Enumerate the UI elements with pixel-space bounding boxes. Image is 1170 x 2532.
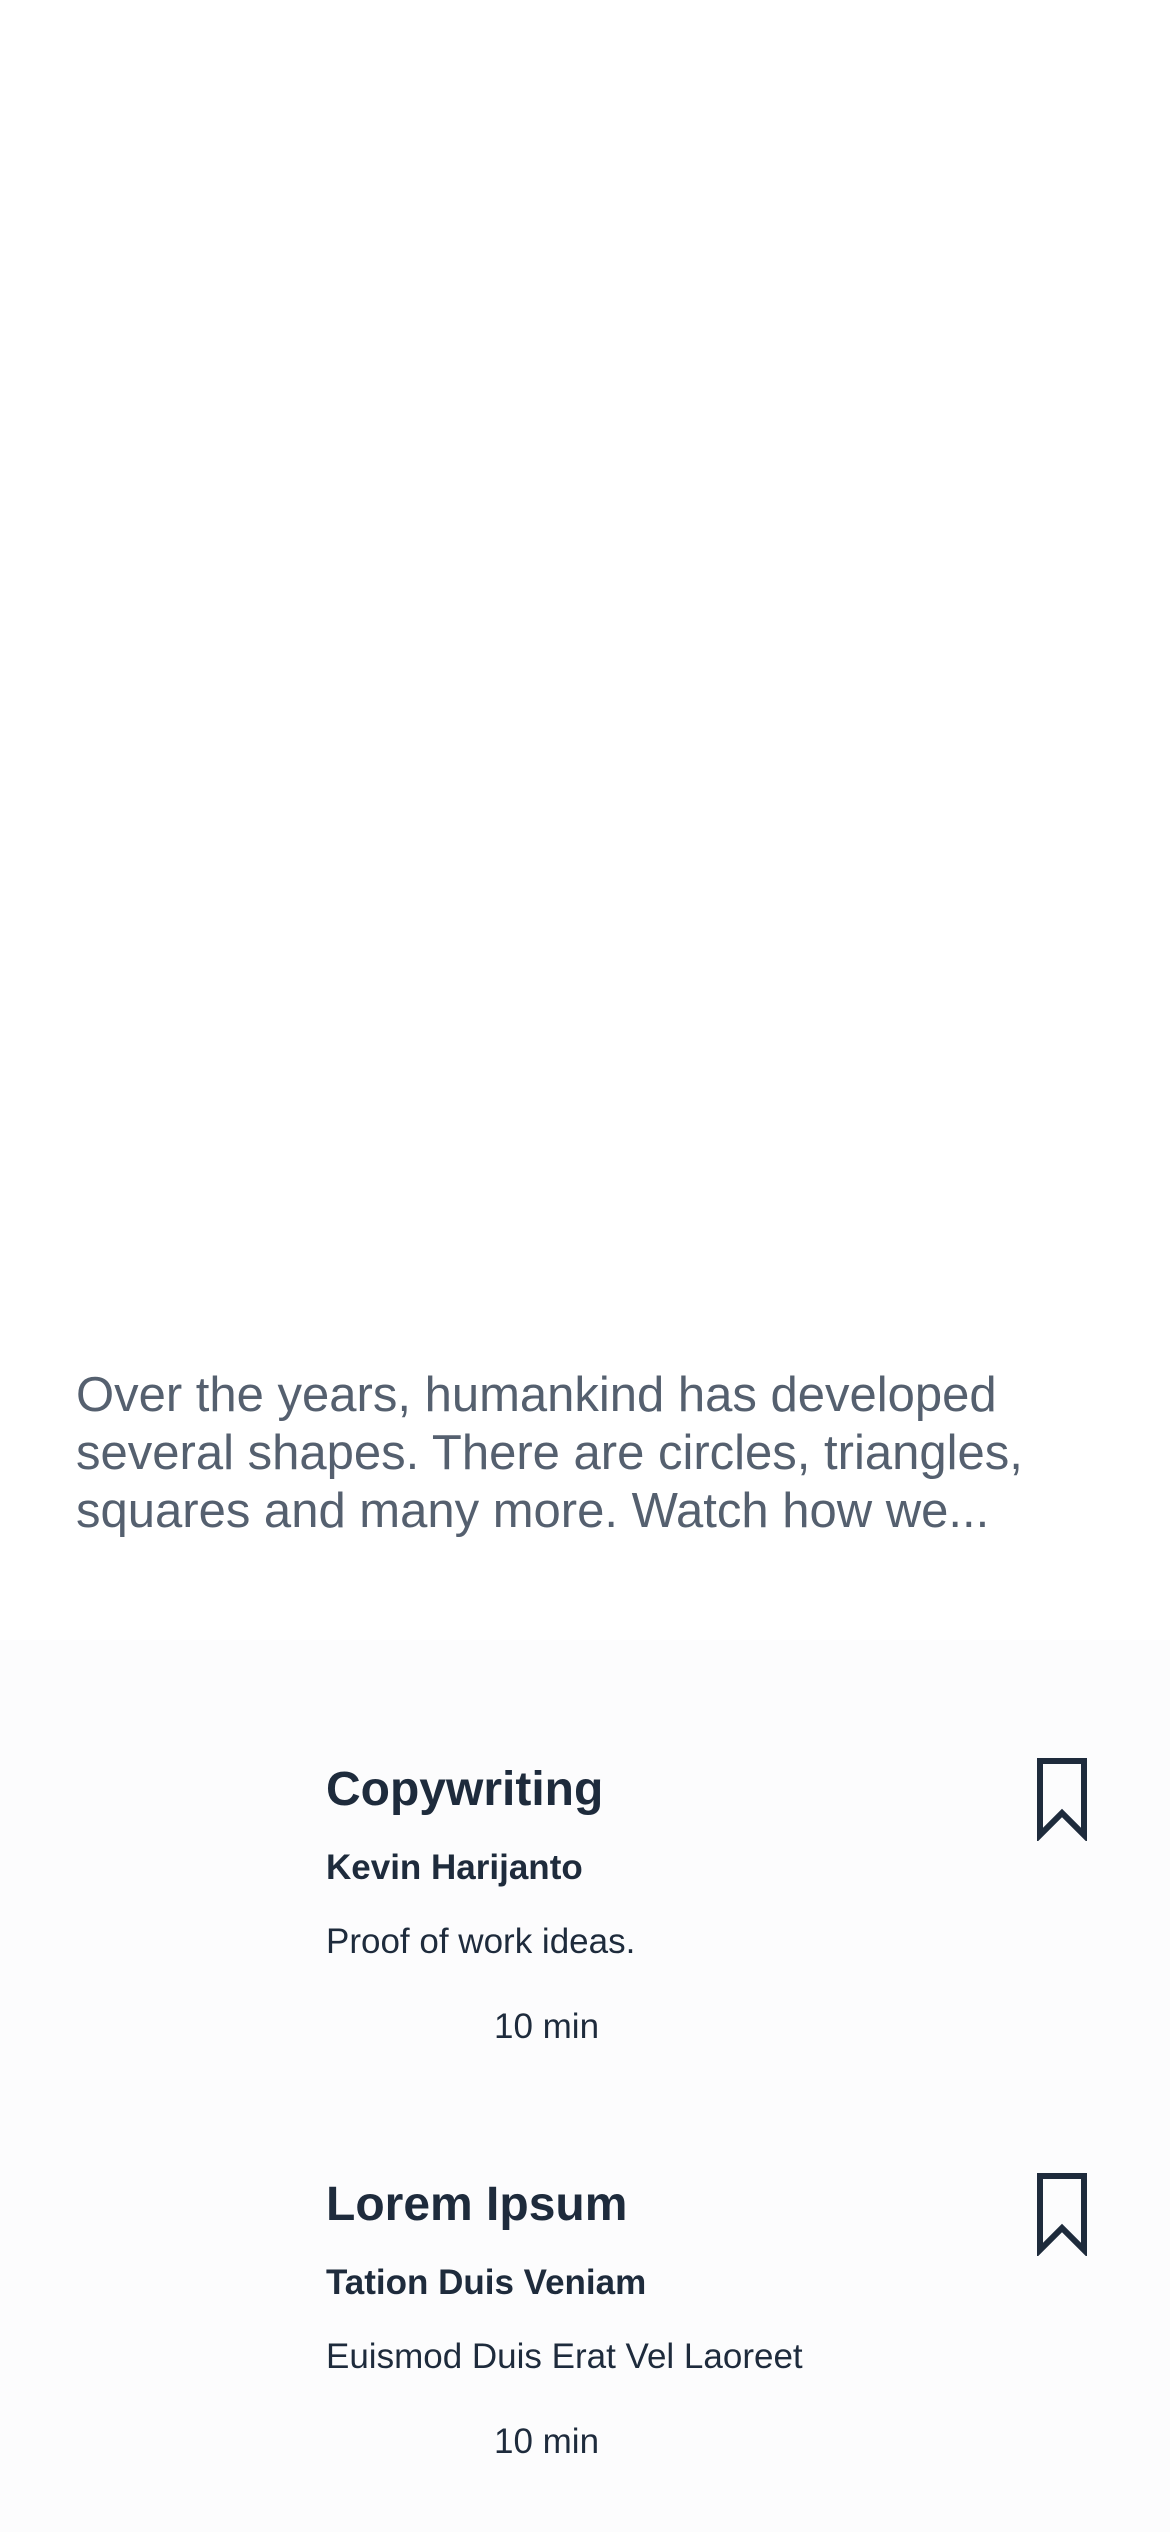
hero-image [0, 0, 1170, 1330]
card-thumbnail [76, 1760, 276, 1960]
list-item[interactable]: Lorem Ipsum Tation Duis Veniam Euismod D… [0, 2055, 1170, 2461]
card-title: Lorem Ipsum [326, 2178, 628, 2231]
list-item[interactable]: Copywriting Kevin Harijanto Proof of wor… [0, 1640, 1170, 2046]
card-title: Copywriting [326, 1763, 604, 1816]
article-excerpt: Over the years, humankind has developed … [76, 1368, 1023, 1538]
card-author: Tation Duis Veniam [326, 2263, 647, 2302]
card-duration: 10 min [494, 2422, 600, 2461]
related-list: Copywriting Kevin Harijanto Proof of wor… [0, 1640, 1170, 2532]
bookmark-icon[interactable] [1036, 2172, 1088, 2256]
card-author: Kevin Harijanto [326, 1848, 583, 1887]
card-thumbnail [76, 2175, 276, 2375]
bookmark-icon[interactable] [1036, 1757, 1088, 1841]
card-duration: 10 min [494, 2007, 600, 2046]
card-description: Euismod Duis Erat Vel Laoreet [326, 2337, 803, 2376]
card-description: Proof of work ideas. [326, 1922, 636, 1961]
